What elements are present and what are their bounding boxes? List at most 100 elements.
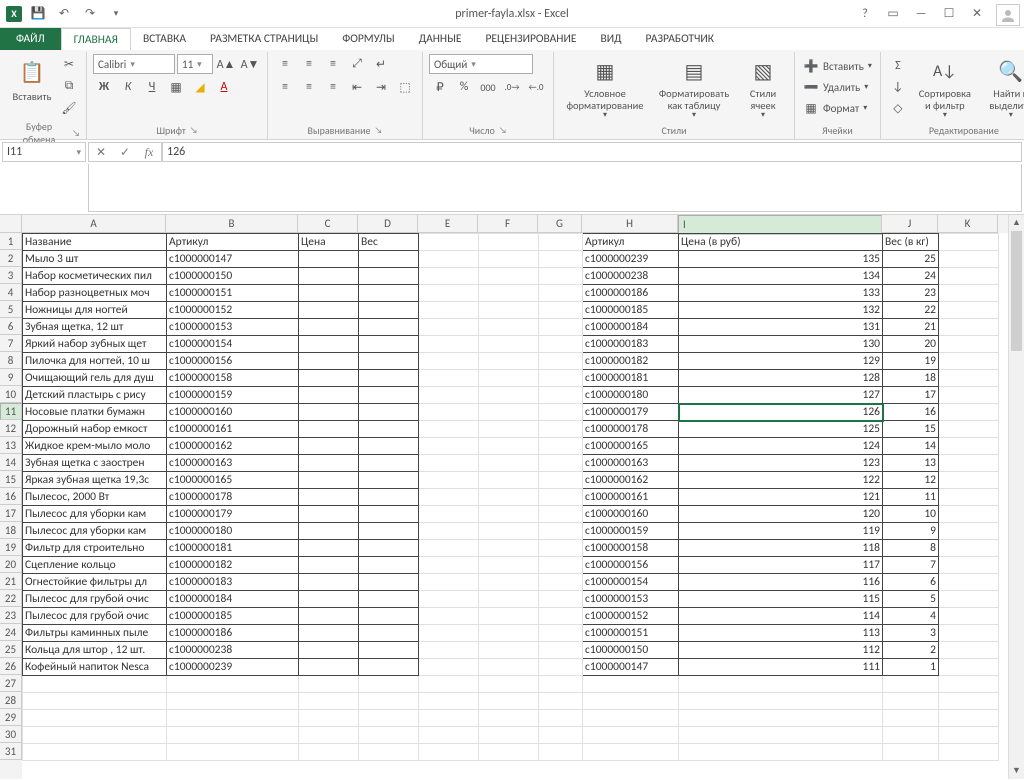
cell-K28[interactable] bbox=[939, 693, 999, 710]
cell-I17[interactable]: 120 bbox=[679, 506, 883, 523]
cell-K16[interactable] bbox=[939, 489, 999, 506]
cell-F3[interactable] bbox=[479, 268, 539, 285]
cell-G11[interactable] bbox=[539, 404, 583, 421]
cell-F5[interactable] bbox=[479, 302, 539, 319]
cell-G31[interactable] bbox=[539, 744, 583, 761]
cell-H31[interactable] bbox=[583, 744, 679, 761]
row-header-4[interactable]: 4 bbox=[0, 284, 22, 301]
cell-H2[interactable]: c1000000239 bbox=[583, 251, 679, 268]
cell-G18[interactable] bbox=[539, 523, 583, 540]
cell-A2[interactable]: Мыло 3 шт bbox=[23, 251, 167, 268]
cell-K31[interactable] bbox=[939, 744, 999, 761]
cell-H19[interactable]: c1000000158 bbox=[583, 540, 679, 557]
font-color-icon[interactable]: A bbox=[213, 77, 235, 97]
cell-F15[interactable] bbox=[479, 472, 539, 489]
cell-J15[interactable]: 12 bbox=[883, 472, 939, 489]
cell-I23[interactable]: 114 bbox=[679, 608, 883, 625]
cell-C31[interactable] bbox=[299, 744, 359, 761]
row-header-1[interactable]: 1 bbox=[0, 233, 22, 250]
fill-color-icon[interactable]: ◢ bbox=[189, 77, 211, 97]
cell-A4[interactable]: Набор разноцветных моч bbox=[23, 285, 167, 302]
cell-A21[interactable]: Огнестойкие фильтры дл bbox=[23, 574, 167, 591]
cell-K11[interactable] bbox=[939, 404, 999, 421]
wrap-text-icon[interactable]: ↵ bbox=[370, 54, 392, 74]
cell-D27[interactable] bbox=[359, 676, 419, 693]
cell-I18[interactable]: 119 bbox=[679, 523, 883, 540]
clipboard-dialog-icon[interactable]: ↘ bbox=[72, 128, 80, 139]
cell-I8[interactable]: 129 bbox=[679, 353, 883, 370]
col-header-J[interactable]: J bbox=[882, 215, 938, 233]
cell-A9[interactable]: Очищающий гель для душ bbox=[23, 370, 167, 387]
cell-H26[interactable]: c1000000147 bbox=[583, 659, 679, 676]
cell-K29[interactable] bbox=[939, 710, 999, 727]
cell-J17[interactable]: 10 bbox=[883, 506, 939, 523]
cell-B2[interactable]: c1000000147 bbox=[167, 251, 299, 268]
cell-J29[interactable] bbox=[883, 710, 939, 727]
tab-developer[interactable]: РАЗРАБОТЧИК bbox=[634, 28, 726, 50]
cell-C25[interactable] bbox=[299, 642, 359, 659]
cell-I7[interactable]: 130 bbox=[679, 336, 883, 353]
cell-G30[interactable] bbox=[539, 727, 583, 744]
cell-G10[interactable] bbox=[539, 387, 583, 404]
cell-F11[interactable] bbox=[479, 404, 539, 421]
cell-F29[interactable] bbox=[479, 710, 539, 727]
cell-D16[interactable] bbox=[359, 489, 419, 506]
cell-F8[interactable] bbox=[479, 353, 539, 370]
cell-B1[interactable]: Артикул bbox=[167, 234, 299, 251]
cell-A17[interactable]: Пылесос для уборки кам bbox=[23, 506, 167, 523]
align-right-icon[interactable]: ≡ bbox=[322, 77, 344, 97]
cell-A7[interactable]: Яркий набор зубных щет bbox=[23, 336, 167, 353]
cell-E12[interactable] bbox=[419, 421, 479, 438]
cell-K1[interactable] bbox=[939, 234, 999, 251]
cell-E20[interactable] bbox=[419, 557, 479, 574]
cell-F24[interactable] bbox=[479, 625, 539, 642]
cell-C20[interactable] bbox=[299, 557, 359, 574]
formula-bar[interactable]: 126 bbox=[162, 142, 1022, 162]
cell-F23[interactable] bbox=[479, 608, 539, 625]
col-header-A[interactable]: A bbox=[22, 215, 166, 233]
col-header-C[interactable]: C bbox=[298, 215, 358, 233]
cell-C1[interactable]: Цена bbox=[299, 234, 359, 251]
cell-K25[interactable] bbox=[939, 642, 999, 659]
format-cells-button[interactable]: ▦Формат▾ bbox=[801, 98, 869, 118]
font-size-select[interactable]: 11▾ bbox=[177, 54, 213, 74]
row-header-6[interactable]: 6 bbox=[0, 318, 22, 335]
help-icon[interactable]: ? bbox=[852, 3, 878, 25]
bold-icon[interactable]: Ж bbox=[93, 77, 115, 97]
cell-I21[interactable]: 116 bbox=[679, 574, 883, 591]
cell-J9[interactable]: 18 bbox=[883, 370, 939, 387]
cell-A5[interactable]: Ножницы для ногтей bbox=[23, 302, 167, 319]
cell-C5[interactable] bbox=[299, 302, 359, 319]
cell-D29[interactable] bbox=[359, 710, 419, 727]
decrease-font-icon[interactable]: A▼ bbox=[239, 54, 261, 74]
format-as-table-button[interactable]: ▤ Форматировать как таблицу▾ bbox=[654, 54, 734, 120]
formula-bar-expand[interactable] bbox=[88, 164, 1022, 212]
cell-H15[interactable]: c1000000162 bbox=[583, 472, 679, 489]
insert-cells-button[interactable]: ➕Вставить▾ bbox=[801, 56, 874, 76]
align-center-icon[interactable]: ≡ bbox=[298, 77, 320, 97]
cell-D28[interactable] bbox=[359, 693, 419, 710]
row-header-21[interactable]: 21 bbox=[0, 573, 22, 590]
copy-icon[interactable]: ⧉ bbox=[58, 76, 80, 96]
tab-insert[interactable]: ВСТАВКА bbox=[131, 28, 198, 50]
cell-H30[interactable] bbox=[583, 727, 679, 744]
cell-A13[interactable]: Жидкое крем-мыло моло bbox=[23, 438, 167, 455]
tab-file[interactable]: ФАЙЛ bbox=[0, 28, 61, 50]
format-painter-icon[interactable]: 🖌 bbox=[58, 98, 80, 118]
cell-I31[interactable] bbox=[679, 744, 883, 761]
tab-home[interactable]: ГЛАВНАЯ bbox=[61, 28, 131, 50]
cell-H17[interactable]: c1000000160 bbox=[583, 506, 679, 523]
cell-J31[interactable] bbox=[883, 744, 939, 761]
cell-K15[interactable] bbox=[939, 472, 999, 489]
cell-B23[interactable]: c1000000185 bbox=[167, 608, 299, 625]
italic-icon[interactable]: К bbox=[117, 77, 139, 97]
row-header-30[interactable]: 30 bbox=[0, 726, 22, 743]
cell-E16[interactable] bbox=[419, 489, 479, 506]
cell-G2[interactable] bbox=[539, 251, 583, 268]
col-header-H[interactable]: H bbox=[582, 215, 678, 233]
cell-C17[interactable] bbox=[299, 506, 359, 523]
cell-K19[interactable] bbox=[939, 540, 999, 557]
cell-F26[interactable] bbox=[479, 659, 539, 676]
cell-J28[interactable] bbox=[883, 693, 939, 710]
cell-J26[interactable]: 1 bbox=[883, 659, 939, 676]
